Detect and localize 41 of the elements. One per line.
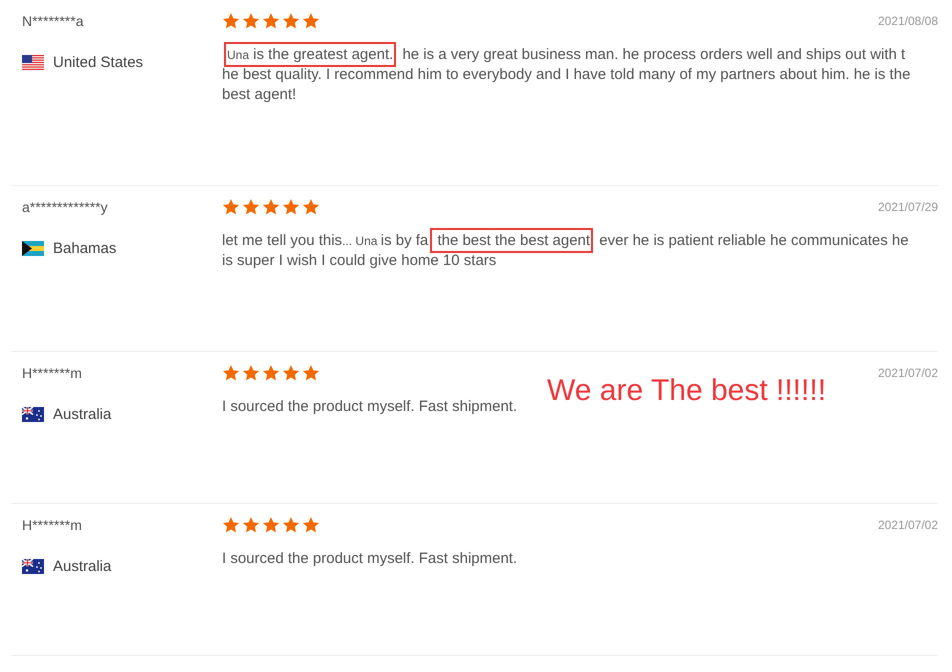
star-icon (242, 198, 260, 216)
review-text: I sourced the product myself. Fast shipment. (222, 549, 518, 569)
review-date: 2021/07/02 (878, 366, 938, 380)
annotation-text: We are The best !!!!!! (547, 374, 826, 408)
reviewer-name: a*************y (22, 198, 108, 217)
star-icon (302, 198, 320, 216)
star-icon (262, 364, 280, 382)
star-icon (282, 516, 300, 534)
star-icon (262, 198, 280, 216)
star-icon (282, 364, 300, 382)
star-icon (282, 12, 300, 30)
review-date: 2021/08/08 (878, 14, 938, 28)
star-icon (242, 12, 260, 30)
star-icon (302, 12, 320, 30)
star-icon (262, 12, 280, 30)
review-text: let me tell you this... Una is by fa the best the best agent ever he is patient reliable he communicates he is super I wish I could give home 10 stars (222, 231, 912, 271)
star-icon (222, 364, 240, 382)
review-text: I sourced the product myself. Fast shipment. (222, 397, 518, 417)
star-icon (222, 12, 240, 30)
flag-icon (22, 55, 44, 70)
star-icon (282, 198, 300, 216)
country-name: Bahamas (53, 240, 116, 257)
reviewer-name: H*******m (22, 364, 82, 383)
star-icon (222, 198, 240, 216)
star-icon (302, 364, 320, 382)
star-icon (242, 364, 260, 382)
flag-icon (22, 407, 44, 422)
star-icon (262, 516, 280, 534)
country-name: Australia (53, 406, 112, 423)
review-text: Una is the greatest agent. he is a very great business man. he process orders well and ships out with the best quality. I recommend him to everybody and I have told many of my partners about him. he is the best agent! (222, 45, 912, 105)
star-icon (302, 516, 320, 534)
star-icon (222, 516, 240, 534)
flag-icon (22, 559, 44, 574)
review-date: 2021/07/29 (878, 200, 938, 214)
reviewer-name: H*******m (22, 516, 82, 535)
flag-icon (22, 241, 44, 256)
review-date: 2021/07/02 (878, 518, 938, 532)
reviewer-name: N********a (22, 12, 84, 31)
country-name: United States (53, 54, 144, 71)
country-name: Australia (53, 558, 112, 575)
star-icon (242, 516, 260, 534)
